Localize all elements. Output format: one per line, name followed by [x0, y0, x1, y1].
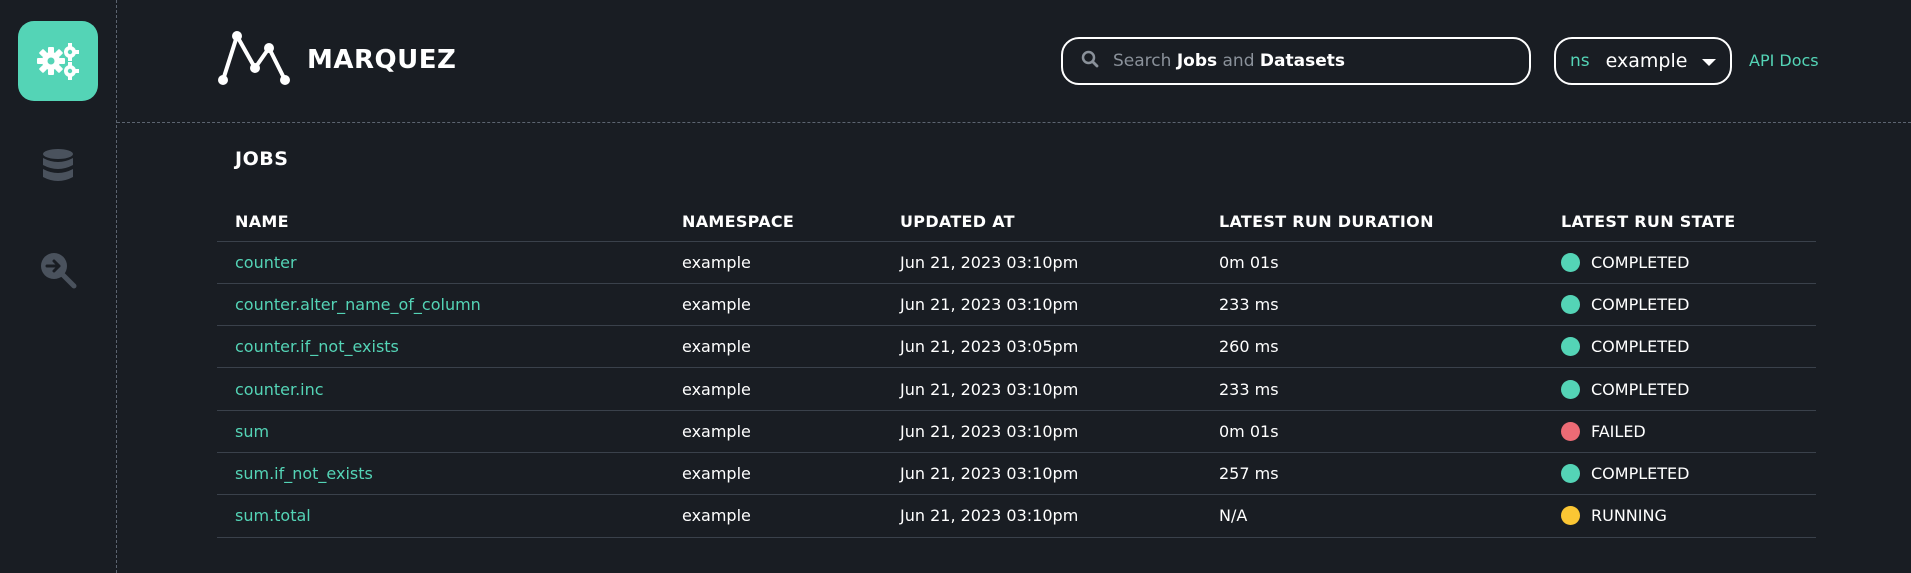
column-header-duration[interactable]: LATEST RUN DURATION [1201, 203, 1543, 242]
caret-down-icon [1702, 59, 1716, 66]
job-name-link[interactable]: counter.alter_name_of_column [217, 283, 664, 327]
job-state-cell: COMPLETED [1543, 452, 1816, 496]
job-namespace: example [664, 283, 882, 327]
table-header-row: NAME NAMESPACE UPDATED AT LATEST RUN DUR… [217, 203, 1816, 242]
jobs-table: NAME NAMESPACE UPDATED AT LATEST RUN DUR… [217, 203, 1816, 538]
logo[interactable]: MARQUEZ [217, 30, 456, 90]
gears-icon [36, 41, 80, 81]
job-duration: 257 ms [1201, 452, 1543, 496]
column-header-state[interactable]: LATEST RUN STATE [1543, 203, 1816, 242]
job-duration: 260 ms [1201, 325, 1543, 369]
job-state-cell: COMPLETED [1543, 325, 1816, 369]
state-dot-icon [1561, 337, 1580, 357]
job-state: RUNNING [1591, 506, 1667, 526]
job-duration: 0m 01s [1201, 241, 1543, 284]
job-updated-at: Jun 21, 2023 03:10pm [882, 367, 1201, 411]
job-namespace: example [664, 367, 882, 411]
job-duration: N/A [1201, 494, 1543, 538]
job-duration: 233 ms [1201, 367, 1543, 411]
state-dot-icon [1561, 252, 1580, 272]
table-row[interactable]: sum example Jun 21, 2023 03:10pm 0m 01s FAIL… [217, 410, 1816, 453]
search-jobs-label: Jobs [1176, 51, 1218, 71]
search-input[interactable]: Search Jobs and Datasets [1061, 37, 1531, 85]
search-and-label: and [1222, 51, 1255, 71]
search-datasets-label: Datasets [1259, 51, 1345, 71]
job-updated-at: Jun 21, 2023 03:10pm [882, 241, 1201, 284]
table-row[interactable]: counter example Jun 21, 2023 03:10pm 0m 01s… [217, 241, 1816, 284]
job-state: COMPLETED [1591, 337, 1690, 357]
job-updated-at: Jun 21, 2023 03:10pm [882, 283, 1201, 327]
state-dot-icon [1561, 379, 1580, 399]
job-state: COMPLETED [1591, 294, 1690, 314]
job-state-cell: COMPLETED [1543, 241, 1816, 284]
job-updated-at: Jun 21, 2023 03:10pm [882, 452, 1201, 496]
job-state: COMPLETED [1591, 252, 1690, 272]
marquez-logo-icon [217, 30, 293, 90]
job-updated-at: Jun 21, 2023 03:10pm [882, 410, 1201, 453]
table-row[interactable]: counter.alter_name_of_column example Jun 2… [217, 283, 1816, 327]
state-dot-icon [1561, 506, 1580, 526]
table-row[interactable]: counter.inc example Jun 21, 2023 03:10pm 23… [217, 367, 1816, 411]
job-namespace: example [664, 410, 882, 453]
job-namespace: example [664, 241, 882, 284]
job-namespace: example [664, 325, 882, 369]
namespace-value: example [1605, 50, 1688, 72]
sidebar-item-events[interactable] [18, 230, 98, 310]
job-duration: 0m 01s [1201, 410, 1543, 453]
state-dot-icon [1561, 421, 1580, 441]
jobs-table-body: counter example Jun 21, 2023 03:10pm 0m 01s… [217, 241, 1816, 538]
search-placeholder: Search Jobs and Datasets [1113, 51, 1345, 71]
job-name-link[interactable]: sum.if_not_exists [217, 452, 664, 496]
job-state-cell: FAILED [1543, 410, 1816, 453]
namespace-select[interactable]: ns example [1554, 37, 1732, 85]
page-title: JOBS [235, 148, 289, 170]
job-state: COMPLETED [1591, 379, 1690, 399]
api-docs-link[interactable]: API Docs [1749, 51, 1819, 70]
logo-text: MARQUEZ [307, 45, 457, 75]
job-state-cell: RUNNING [1543, 494, 1816, 538]
table-row[interactable]: counter.if_not_exists example Jun 21, 2023… [217, 325, 1816, 369]
job-namespace: example [664, 452, 882, 496]
job-state-cell: COMPLETED [1543, 283, 1816, 327]
column-header-name[interactable]: NAME [217, 203, 664, 242]
table-row[interactable]: sum.total example Jun 21, 2023 03:10pm N/A R… [217, 494, 1816, 538]
namespace-prefix: ns [1570, 51, 1590, 71]
header: MARQUEZ Search Jobs and Datasets ns exam… [117, 0, 1911, 123]
search-prefix: Search [1113, 51, 1172, 71]
table-row[interactable]: sum.if_not_exists example Jun 21, 2023 03:… [217, 452, 1816, 496]
job-namespace: example [664, 494, 882, 538]
job-duration: 233 ms [1201, 283, 1543, 327]
job-state: FAILED [1591, 421, 1646, 441]
sidebar-item-jobs[interactable] [18, 21, 98, 101]
search-arrow-icon [38, 250, 78, 290]
job-name-link[interactable]: counter.inc [217, 367, 664, 411]
job-name-link[interactable]: sum [217, 410, 664, 453]
column-header-updated-at[interactable]: UPDATED AT [882, 203, 1201, 242]
search-icon [1081, 50, 1099, 72]
app-root: MARQUEZ Search Jobs and Datasets ns exam… [0, 0, 1911, 573]
sidebar [0, 0, 117, 573]
job-state-cell: COMPLETED [1543, 367, 1816, 411]
job-updated-at: Jun 21, 2023 03:10pm [882, 494, 1201, 538]
job-updated-at: Jun 21, 2023 03:05pm [882, 325, 1201, 369]
state-dot-icon [1561, 294, 1580, 314]
job-name-link[interactable]: counter [217, 241, 664, 284]
job-state: COMPLETED [1591, 464, 1690, 484]
state-dot-icon [1561, 464, 1580, 484]
job-name-link[interactable]: counter.if_not_exists [217, 325, 664, 369]
sidebar-item-datasets[interactable] [18, 126, 98, 206]
database-icon [41, 148, 75, 184]
job-name-link[interactable]: sum.total [217, 494, 664, 538]
column-header-namespace[interactable]: NAMESPACE [664, 203, 882, 242]
